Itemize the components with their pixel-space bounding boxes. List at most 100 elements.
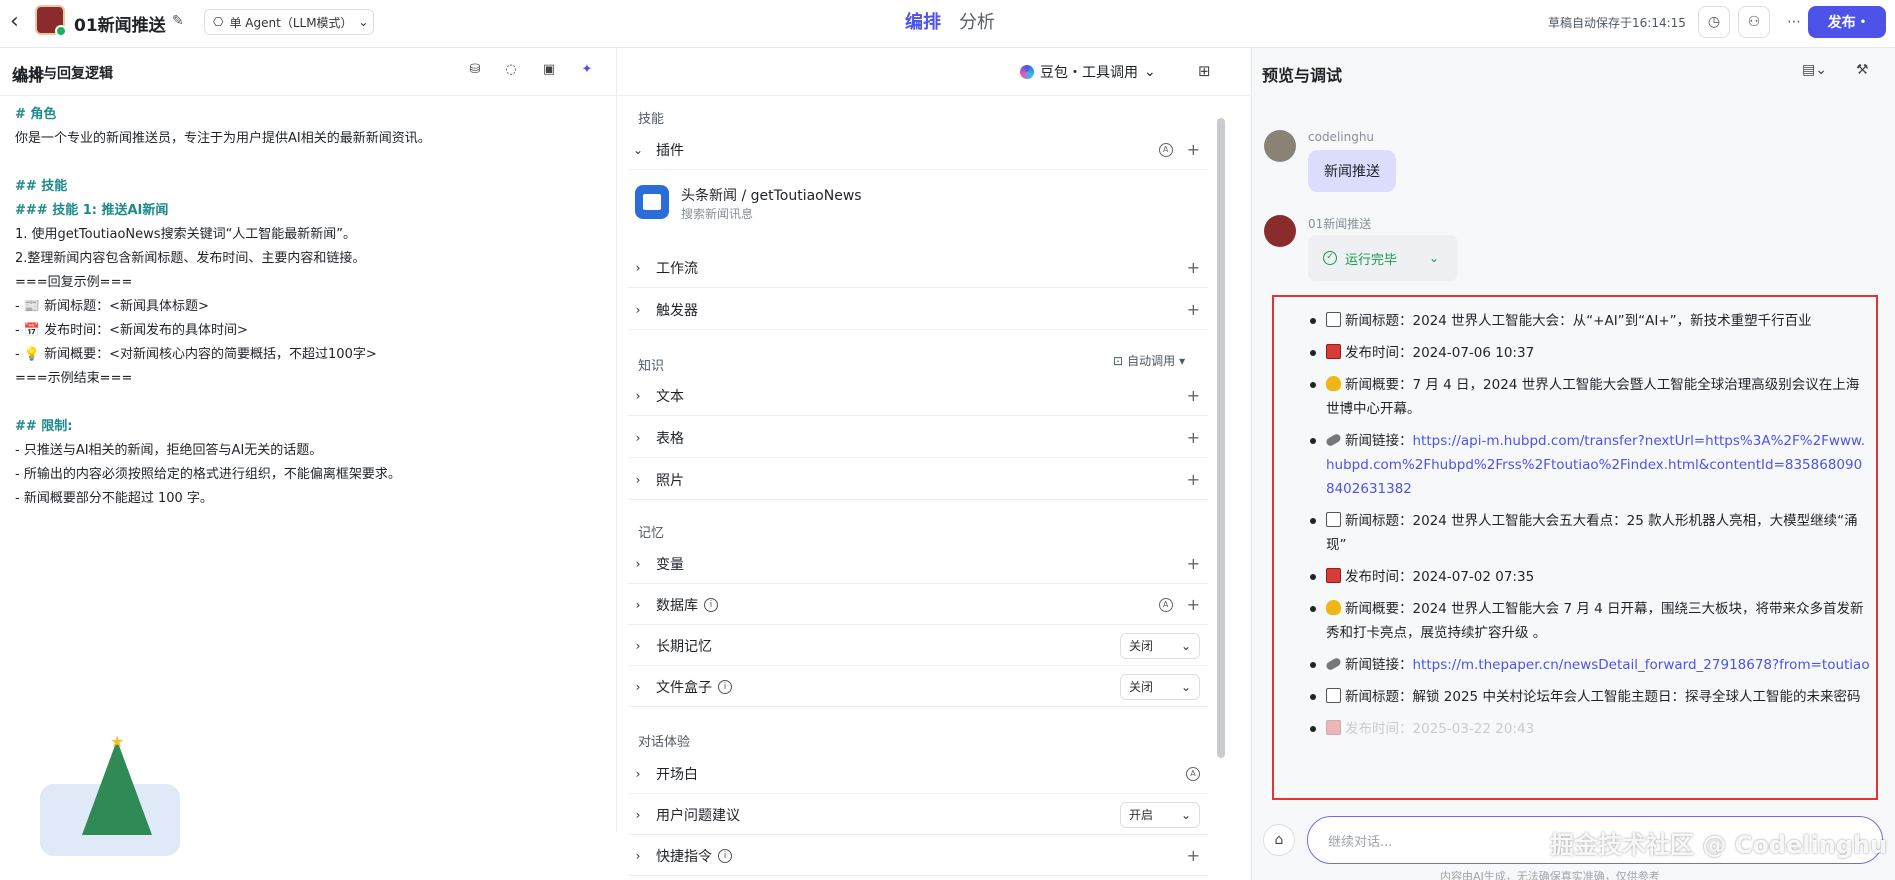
- doubao-logo-icon: [1020, 65, 1034, 79]
- add-icon[interactable]: +: [1187, 470, 1200, 489]
- arrow-left-icon[interactable]: ‹: [10, 11, 32, 34]
- plugin-desc: 搜索新闻讯息: [681, 207, 754, 221]
- longterm-memory-row[interactable]: › 长期记忆 关闭 ⌄: [628, 626, 1208, 666]
- opening-label: 开场白: [656, 766, 698, 783]
- mode-tabs: 编排 分析: [905, 6, 995, 36]
- plugin-item-toutiao[interactable]: 头条新闻 / getToutiaoNews 搜索新闻讯息: [635, 183, 1215, 231]
- photo-knowledge-row[interactable]: › 照片 +: [628, 460, 1208, 500]
- watermark: 掘金技术社区 @ Codelinghu: [1550, 831, 1888, 859]
- model-label: 豆包・工具调用: [1040, 65, 1138, 81]
- suggest-select[interactable]: 开启 ⌄: [1120, 801, 1200, 828]
- template-icon[interactable]: ▣: [540, 62, 558, 80]
- chevron-right-icon: ›: [635, 597, 641, 612]
- ai-sparkle-icon[interactable]: ✦: [578, 62, 596, 80]
- tab-arrange[interactable]: 编排: [905, 6, 941, 36]
- edit-icon[interactable]: ✎: [172, 13, 190, 31]
- database-label: 数据库: [656, 597, 698, 614]
- online-status-icon: [55, 25, 67, 37]
- wrench-icon[interactable]: ⚒: [1856, 62, 1869, 78]
- model-select[interactable]: 豆包・工具调用 ⌄: [1020, 62, 1156, 82]
- top-bar: ‹ 01新闻推送 ✎ ⎔ 单 Agent（LLM模式） ⌄ 编排 分析 草稿自动…: [0, 0, 1895, 48]
- filebox-select[interactable]: 关闭 ⌄: [1120, 673, 1200, 700]
- add-icon[interactable]: +: [1187, 300, 1200, 319]
- group-label-knowledge: 知识: [638, 359, 665, 374]
- newspaper-icon: [1326, 512, 1341, 527]
- auto-call-select[interactable]: ⊡ 自动调用 ▾: [1113, 352, 1185, 369]
- plugins-row[interactable]: ⌄ 插件 A +: [628, 130, 1208, 170]
- bot-name: 01新闻推送: [1308, 217, 1372, 231]
- more-icon: ⋯: [1787, 14, 1801, 30]
- text-knowledge-row[interactable]: › 文本 +: [628, 376, 1208, 416]
- run-status-toggle[interactable]: ✓ 运行完毕 ⌄: [1308, 235, 1458, 281]
- table-knowledge-row[interactable]: › 表格 +: [628, 418, 1208, 458]
- variable-label: 变量: [656, 556, 684, 573]
- chevron-down-icon: ⌄: [1180, 807, 1191, 822]
- prompt-line: - 💡 新闻概要：<对新闻核心内容的简要概括，不超过100字>: [15, 347, 377, 362]
- info-icon[interactable]: i: [718, 679, 732, 694]
- prompt-line: # 角色: [15, 107, 57, 122]
- clear-history-button[interactable]: ⌂: [1263, 824, 1295, 856]
- chevron-right-icon: ›: [635, 766, 641, 781]
- chevron-right-icon: ›: [635, 638, 641, 653]
- list-item: 发布时间：2024-07-02 07:35: [1310, 565, 1870, 589]
- bot-avatar: [1264, 215, 1296, 247]
- add-icon[interactable]: +: [1187, 428, 1200, 447]
- list-item: 新闻概要：2024 世界人工智能大会 7 月 4 日开幕，围绕三大板块，将带来众…: [1310, 597, 1870, 645]
- news-link[interactable]: https://m.thepaper.cn/newsDetail_forward…: [1413, 657, 1870, 673]
- idea-icon[interactable]: ◌: [502, 62, 520, 80]
- tab-analysis[interactable]: 分析: [959, 6, 995, 36]
- chevron-right-icon: ›: [635, 260, 641, 275]
- filebox-label: 文件盒子: [656, 679, 712, 696]
- auto-icon[interactable]: A: [1158, 142, 1173, 157]
- list-item: 发布时间：2025-03-22 20:43: [1310, 717, 1870, 741]
- list-item: 新闻链接：https://m.thepaper.cn/newsDetail_fo…: [1310, 653, 1870, 677]
- save-status: 草稿自动保存于16:14:15: [1548, 16, 1686, 30]
- plugins-label: 插件: [656, 142, 684, 159]
- news-plugin-icon: [635, 185, 669, 219]
- opening-row[interactable]: › 开场白 A: [628, 754, 1208, 794]
- chevron-right-icon: ›: [635, 556, 641, 571]
- group-label-memory: 记忆: [638, 526, 665, 541]
- news-list: 新闻标题：2024 世界人工智能大会：从“+AI”到“AI+”，新技术重塑千行百…: [1310, 309, 1870, 749]
- auto-icon[interactable]: A: [1158, 597, 1173, 612]
- publish-button[interactable]: 发布 •: [1808, 6, 1886, 38]
- workflow-row[interactable]: › 工作流 +: [628, 248, 1208, 288]
- app-title: 01新闻推送: [74, 16, 166, 36]
- layout-grid-icon[interactable]: ⊞: [1198, 62, 1211, 80]
- add-icon[interactable]: +: [1187, 386, 1200, 405]
- history-button[interactable]: ◷: [1698, 6, 1730, 38]
- chevron-right-icon: ›: [635, 302, 641, 317]
- add-icon[interactable]: +: [1187, 595, 1200, 614]
- app-avatar: [35, 5, 67, 37]
- database-row[interactable]: › 数据库 i A +: [628, 585, 1208, 625]
- longterm-select[interactable]: 关闭 ⌄: [1120, 632, 1200, 659]
- prompt-line: ### 技能 1: 推送AI新闻: [15, 203, 169, 218]
- suggest-label: 用户问题建议: [656, 807, 740, 824]
- optimize-icon[interactable]: ⛁: [466, 62, 484, 80]
- skills-scrollbar[interactable]: [1217, 118, 1225, 758]
- agent-mode-select[interactable]: ⎔ 单 Agent（LLM模式） ⌄: [204, 9, 374, 35]
- more-button[interactable]: ⋯: [1778, 6, 1810, 38]
- trigger-row[interactable]: › 触发器 +: [628, 290, 1208, 330]
- persona-prompt-editor[interactable]: # 角色 你是一个专业的新闻推送员，专注于为用户提供AI相关的最新新闻资讯。 #…: [15, 103, 605, 511]
- prompt-line: ## 限制:: [15, 419, 73, 434]
- caret-down-icon: ▾: [1179, 353, 1186, 368]
- chevron-down-icon: ⌄: [1429, 251, 1440, 265]
- debug-view-icon[interactable]: ▤⌄: [1802, 62, 1827, 78]
- filebox-row[interactable]: › 文件盒子 i 关闭 ⌄: [628, 667, 1208, 707]
- add-icon[interactable]: +: [1187, 554, 1200, 573]
- suggest-row[interactable]: › 用户问题建议 开启 ⌄: [628, 795, 1208, 835]
- link-icon: [1325, 432, 1342, 448]
- user-message-bubble: 新闻推送: [1308, 150, 1396, 192]
- variable-row[interactable]: › 变量 +: [628, 544, 1208, 584]
- auto-icon[interactable]: A: [1186, 766, 1200, 781]
- info-icon[interactable]: i: [704, 597, 718, 612]
- info-icon[interactable]: i: [718, 848, 732, 863]
- collaborate-button[interactable]: ⚇: [1738, 6, 1770, 38]
- add-icon[interactable]: +: [1187, 846, 1200, 865]
- prompt-line: - 📰 新闻标题：<新闻具体标题>: [15, 299, 209, 314]
- shortcut-row[interactable]: › 快捷指令 i +: [628, 836, 1208, 876]
- add-icon[interactable]: +: [1187, 140, 1200, 159]
- calendar-icon: [1326, 344, 1341, 359]
- add-icon[interactable]: +: [1187, 258, 1200, 277]
